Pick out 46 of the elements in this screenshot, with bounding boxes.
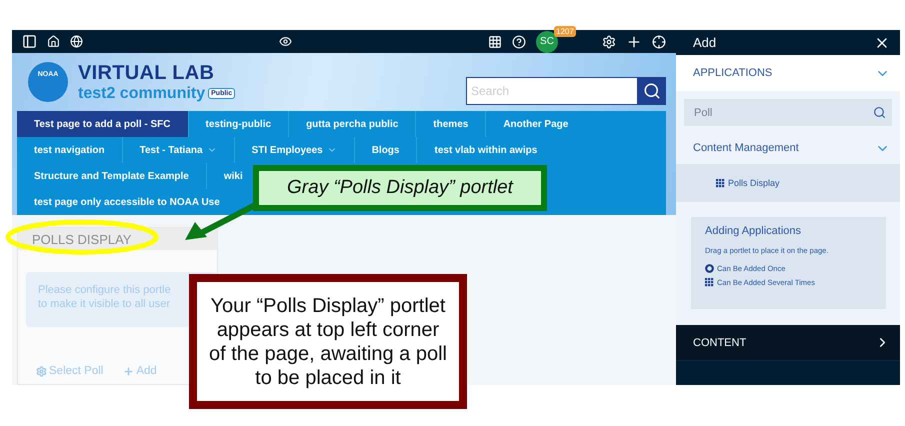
- nav-item[interactable]: Structure and Template Example: [17, 163, 206, 189]
- nav-item[interactable]: Another Page: [485, 111, 572, 137]
- apps-grid-icon[interactable]: [488, 34, 502, 48]
- site-title: VIRTUAL LAB: [78, 62, 216, 84]
- nav-item[interactable]: Blogs: [354, 137, 416, 163]
- globe-icon[interactable]: [70, 35, 83, 48]
- gear-icon: [36, 366, 47, 376]
- plus-icon: [123, 366, 134, 376]
- search-button[interactable]: [638, 77, 666, 105]
- category-header[interactable]: Content Management: [676, 132, 900, 164]
- panel-title: Add: [693, 35, 716, 50]
- notification-badge: 1207: [554, 26, 576, 36]
- home-icon[interactable]: [47, 35, 60, 48]
- content-header[interactable]: CONTENT: [676, 325, 900, 360]
- nav-item[interactable]: test page only accessible to NOAA Use: [17, 189, 223, 215]
- search-input[interactable]: Poll: [692, 106, 842, 120]
- search-field[interactable]: Poll: [684, 99, 892, 126]
- portlet-title: POLLS DISPLAY: [32, 232, 132, 246]
- user-avatar[interactable]: SC: [536, 30, 558, 52]
- crosshair-icon[interactable]: [652, 34, 666, 48]
- add-icon[interactable]: [626, 34, 642, 50]
- grid-dots-icon: [716, 178, 725, 188]
- label-callout: Gray “Polls Display” portlet: [253, 165, 547, 211]
- nav-item[interactable]: themes: [415, 111, 486, 137]
- nav-item[interactable]: gutta percha public: [288, 111, 416, 137]
- nav-item[interactable]: STI Employees: [234, 137, 354, 163]
- settings-icon[interactable]: [602, 34, 616, 48]
- nav-item[interactable]: testing-public: [188, 111, 288, 137]
- eye-icon[interactable]: [279, 35, 292, 48]
- application-item[interactable]: Polls Display: [676, 164, 900, 202]
- message-text: Please configure this portle: [38, 284, 172, 296]
- search-icon[interactable]: [873, 106, 886, 119]
- ring-icon: [705, 264, 714, 273]
- applications-header[interactable]: APPLICATIONS: [676, 55, 900, 91]
- grid-dots-icon: [705, 278, 714, 287]
- sidebar-toggle-icon[interactable]: [22, 34, 37, 49]
- nav-item[interactable]: Test page to add a poll - SFC: [17, 111, 188, 137]
- help-icon[interactable]: [512, 34, 526, 48]
- search-icon: [643, 82, 661, 100]
- nav-item[interactable]: test vlab within awips: [416, 137, 540, 163]
- nav-item[interactable]: wiki: [206, 163, 246, 189]
- note-callout: Your “Polls Display” portlet appears at top left corner of the page, awaiting a poll to be placed in it: [189, 274, 467, 409]
- nav-item[interactable]: Test - Tatiana: [122, 137, 234, 163]
- help-title: Adding Applications: [705, 225, 802, 237]
- community-name: test2 community: [78, 84, 206, 102]
- nav-item[interactable]: test navigation: [17, 137, 122, 163]
